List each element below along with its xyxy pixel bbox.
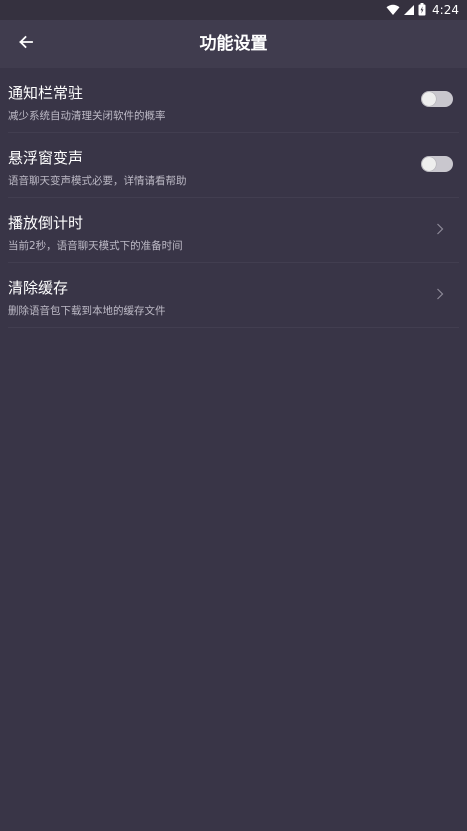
arrow-left-icon [18,34,34,54]
toggle-knob [422,157,436,171]
notification-persistent-toggle[interactable] [421,91,453,107]
status-icons: 4:24 [386,0,459,20]
setting-description: 当前2秒，语音聊天模式下的准备时间 [8,240,183,252]
setting-description: 删除语音包下载到本地的缓存文件 [8,305,166,317]
setting-title: 清除缓存 [8,279,69,297]
setting-playback-countdown[interactable]: 播放倒计时 当前2秒，语音聊天模式下的准备时间 [8,198,459,263]
toggle-knob [422,92,436,106]
cellular-signal-icon [403,1,415,20]
floating-window-voice-change-toggle[interactable] [421,156,453,172]
status-time: 4:24 [432,3,459,17]
page-title: 功能设置 [199,34,268,54]
battery-icon [418,1,426,20]
setting-clear-cache[interactable]: 清除缓存 删除语音包下载到本地的缓存文件 [8,263,459,328]
setting-description: 减少系统自动清理关闭软件的概率 [8,110,166,122]
setting-notification-persistent[interactable]: 通知栏常驻 减少系统自动清理关闭软件的概率 [8,68,459,133]
setting-description: 语音聊天变声模式必要，详情请看帮助 [8,175,187,187]
settings-list: 通知栏常驻 减少系统自动清理关闭软件的概率 悬浮窗变声 语音聊天变声模式必要，详… [0,68,467,328]
back-button[interactable] [14,32,38,56]
setting-title: 播放倒计时 [8,214,84,232]
setting-floating-window-voice-change[interactable]: 悬浮窗变声 语音聊天变声模式必要，详情请看帮助 [8,133,459,198]
chevron-right-icon [435,287,445,301]
status-bar: 4:24 [0,0,467,20]
chevron-right-icon [435,222,445,236]
wifi-icon [386,1,400,20]
setting-title: 通知栏常驻 [8,84,84,102]
app-bar: 功能设置 [0,20,467,68]
setting-title: 悬浮窗变声 [8,149,84,167]
